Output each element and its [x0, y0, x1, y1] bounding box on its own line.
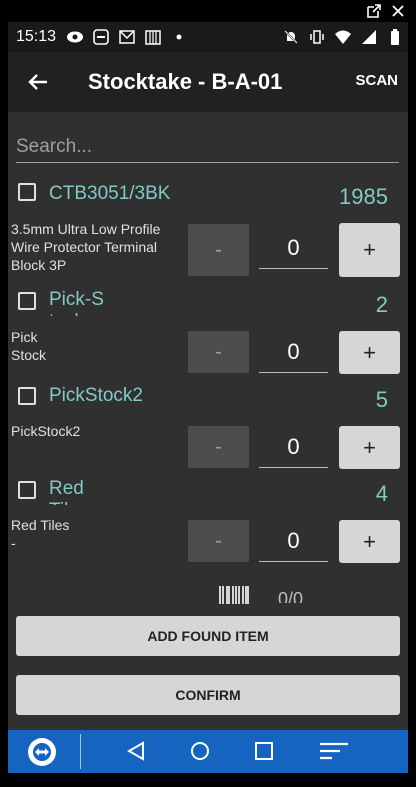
window-chrome-bottom	[0, 773, 416, 787]
toolbar: Stocktake - B-A-01 SCAN	[8, 52, 408, 112]
add-found-item-button[interactable]: ADD FOUND ITEM	[16, 616, 400, 656]
teamviewer-icon	[33, 743, 51, 761]
item-code: CTB3051/3BK	[49, 183, 171, 204]
scan-counter: 0/0	[278, 589, 304, 603]
vibrate-icon	[308, 29, 326, 45]
item-quantity: 5	[375, 387, 388, 412]
item-quantity: 1985	[339, 184, 388, 209]
decrement-button[interactable]: -	[188, 224, 249, 276]
count-input[interactable]	[259, 427, 328, 468]
count-input[interactable]	[259, 228, 328, 269]
scan-button[interactable]: SCAN	[355, 72, 398, 89]
item-checkbox[interactable]	[18, 387, 36, 405]
item-checkbox[interactable]	[18, 292, 36, 310]
increment-button[interactable]: +	[339, 520, 400, 563]
increment-button[interactable]: +	[339, 426, 400, 469]
item-code: Red Tiles	[49, 478, 88, 505]
dot-icon	[170, 29, 188, 45]
app-screen: Stocktake - B-A-01 SCAN CTB3051/3BK 1985…	[8, 52, 408, 730]
decrement-button[interactable]: -	[188, 520, 249, 562]
teamviewer-icon	[92, 29, 110, 45]
item-quantity: 4	[375, 481, 388, 506]
decrement-button[interactable]: -	[188, 331, 249, 373]
window-chrome	[0, 0, 416, 22]
back-nav-icon[interactable]	[125, 740, 147, 762]
navigation-bar	[8, 730, 408, 773]
wifi-icon	[334, 29, 352, 45]
count-input[interactable]	[259, 332, 328, 373]
confirm-button[interactable]: CONFIRM	[16, 675, 400, 715]
item-code: Pick-Stock	[49, 289, 104, 316]
item-code: PickStock2	[49, 385, 143, 406]
item-checkbox[interactable]	[18, 481, 36, 499]
count-input[interactable]	[259, 521, 328, 562]
search-input[interactable]	[16, 132, 399, 163]
decrement-button[interactable]: -	[188, 426, 249, 468]
calendar-icon	[144, 29, 162, 45]
item-quantity: 2	[375, 292, 388, 317]
recents-nav-icon[interactable]	[254, 741, 274, 761]
barcode-icon	[219, 586, 249, 604]
item-description: PickStock2	[11, 423, 81, 439]
item-description: 3.5mm Ultra Low Profile Wire Protector T…	[11, 221, 161, 273]
increment-button[interactable]: +	[339, 223, 400, 277]
open-external-icon[interactable]	[366, 3, 382, 19]
eye-icon	[66, 29, 84, 45]
item-checkbox[interactable]	[18, 183, 36, 201]
battery-icon	[386, 29, 404, 45]
status-bar: 15:13	[8, 22, 408, 52]
nav-divider	[80, 734, 81, 769]
item-description: Pick Stock	[11, 329, 47, 363]
item-description: Red Tiles -	[11, 517, 70, 551]
notifications-off-icon	[282, 29, 300, 45]
back-button[interactable]	[24, 68, 52, 96]
signal-icon	[360, 29, 378, 45]
gmail-icon	[118, 29, 136, 45]
status-time: 15:13	[16, 28, 57, 45]
arrow-left-icon	[28, 74, 47, 90]
increment-button[interactable]: +	[339, 331, 400, 374]
menu-nav-icon[interactable]	[318, 741, 350, 761]
page-title: Stocktake - B-A-01	[88, 69, 283, 94]
home-nav-icon[interactable]	[189, 740, 211, 762]
teamviewer-button[interactable]	[28, 738, 56, 766]
close-icon[interactable]	[390, 3, 406, 19]
